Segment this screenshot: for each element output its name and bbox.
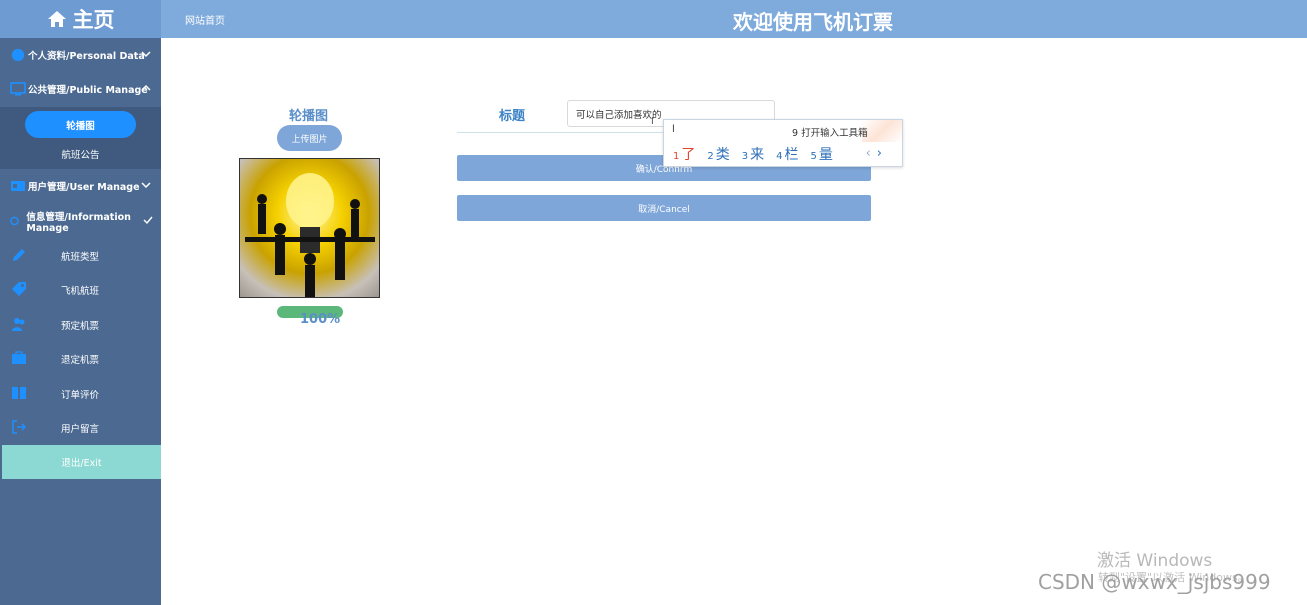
- sidebar-item-label: 飞机航班: [61, 286, 100, 297]
- sidebar-item-refund-ticket[interactable]: 退定机票: [0, 341, 161, 375]
- sidebar: 个人资料/Personal Data 公共管理/Public Manage 轮播…: [0, 38, 161, 605]
- ime-candidate-list: 1了 2类 3来 4栏 5量: [673, 144, 833, 164]
- page-title: 欢迎使用飞机订票: [733, 10, 893, 34]
- sidebar-group-personal-data[interactable]: 个人资料/Personal Data: [0, 38, 161, 72]
- brand-label: 主页: [72, 8, 115, 32]
- chevron-down-icon: [141, 51, 151, 58]
- exit-button[interactable]: 退出/Exit: [2, 445, 161, 479]
- id-card-icon: [11, 181, 25, 191]
- ime-candidate[interactable]: 4栏: [776, 144, 798, 164]
- carousel-label: 轮播图: [289, 109, 329, 124]
- info-icon: [10, 216, 19, 226]
- csdn-watermark: CSDN @wxwx_jsjbs999: [1038, 570, 1271, 594]
- sidebar-group-public-manage[interactable]: 公共管理/Public Manage: [0, 72, 161, 106]
- sidebar-item-flight-type[interactable]: 航班类型: [0, 238, 161, 272]
- carousel-image-preview: [239, 158, 380, 298]
- top-bar: 主页 网站首页 欢迎使用飞机订票: [0, 0, 1307, 38]
- monitor-icon: [10, 82, 26, 96]
- ime-candidate-window: l 9 打开输入工具箱 1了 2类 3来 4栏 5量 ‹ ›: [663, 119, 903, 167]
- book-icon: [12, 387, 26, 399]
- sidebar-item-user-message[interactable]: 用户留言: [0, 410, 161, 444]
- sidebar-item-order-review[interactable]: 订单评价: [0, 376, 161, 410]
- sidebar-group-label: 公共管理/Public Manage: [28, 85, 148, 96]
- chevron-up-icon: [141, 84, 151, 91]
- users-icon: [12, 318, 25, 331]
- sidebar-group-information-manage[interactable]: 信息管理/Information Manage: [0, 204, 161, 238]
- check-icon: [143, 216, 153, 225]
- site-home-link[interactable]: 网站首页: [185, 12, 225, 27]
- title-label: 标题: [499, 109, 526, 124]
- sidebar-item-label: 预定机票: [61, 321, 100, 332]
- sidebar-group-user-manage[interactable]: 用户管理/User Manage: [0, 169, 161, 203]
- sidebar-item-book-ticket[interactable]: 预定机票: [0, 307, 161, 341]
- sidebar-item-label: 航班类型: [61, 252, 100, 263]
- ime-toolbox-option[interactable]: 9 打开输入工具箱: [792, 125, 868, 139]
- briefcase-icon: [12, 351, 26, 364]
- text-cursor-icon: I: [651, 116, 654, 127]
- ime-page-nav: ‹ ›: [866, 146, 882, 161]
- ime-candidate[interactable]: 3来: [742, 144, 764, 164]
- pencil-icon: [13, 249, 25, 261]
- ime-candidate[interactable]: 2类: [707, 144, 729, 164]
- home-icon: [47, 11, 66, 27]
- sidebar-item-label: 用户留言: [61, 424, 100, 435]
- sidebar-group-label: 信息管理/Information Manage: [26, 211, 131, 234]
- sidebar-group-label: 个人资料/Personal Data: [28, 51, 145, 62]
- ime-composition: l: [672, 124, 675, 135]
- chevron-left-icon[interactable]: ‹: [866, 146, 871, 161]
- sidebar-item-flights[interactable]: 飞机航班: [0, 272, 161, 306]
- sidebar-item-label: 退定机票: [61, 355, 100, 366]
- sidebar-item-carousel[interactable]: 轮播图: [25, 111, 136, 138]
- upload-progress-text: 100%: [300, 312, 341, 327]
- app-root: 主页 网站首页 欢迎使用飞机订票 个人资料/Personal Data 公共管理…: [0, 0, 1307, 605]
- sidebar-item-label: 订单评价: [61, 390, 100, 401]
- ime-candidate[interactable]: 5量: [811, 144, 833, 164]
- ime-candidate[interactable]: 1了: [673, 144, 695, 164]
- sign-out-icon: [12, 420, 27, 434]
- sidebar-group-label: 用户管理/User Manage: [28, 182, 140, 193]
- home-brand[interactable]: 主页: [0, 0, 161, 38]
- cancel-button[interactable]: 取消/Cancel: [457, 195, 871, 221]
- tag-icon: [12, 282, 26, 296]
- upload-image-button[interactable]: 上传图片: [277, 125, 342, 151]
- ime-skin-decoration: [862, 120, 902, 142]
- chevron-right-icon[interactable]: ›: [877, 146, 882, 161]
- sidebar-item-flight-notice[interactable]: 航班公告: [0, 142, 161, 166]
- windows-activation-watermark: 激活 Windows: [1097, 551, 1213, 571]
- chevron-down-icon: [141, 182, 151, 189]
- user-circle-icon: [11, 48, 25, 62]
- lightbulb-people-image: [245, 173, 375, 297]
